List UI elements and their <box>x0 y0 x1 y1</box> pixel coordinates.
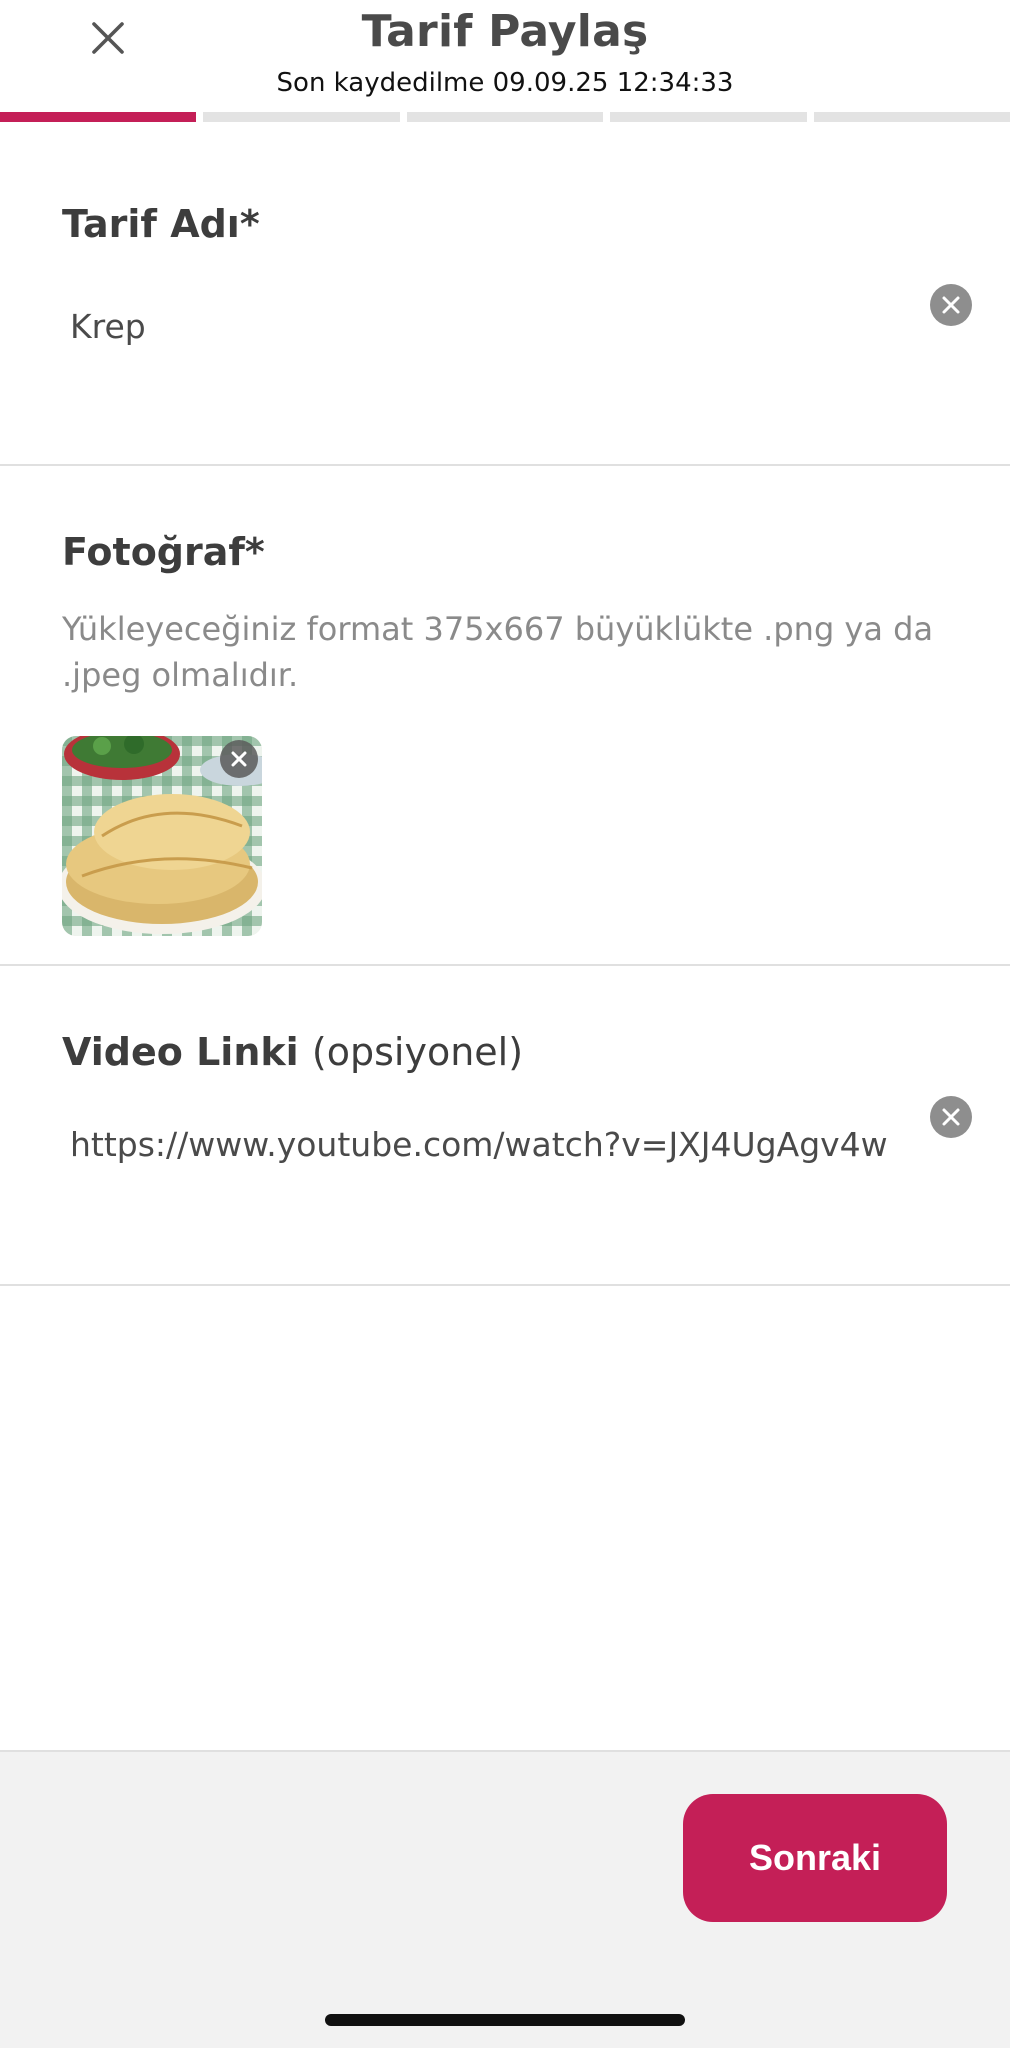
home-indicator <box>325 2014 685 2026</box>
progress-step-2 <box>203 112 400 122</box>
video-link-section: Video Linki (opsiyonel) https://www.yout… <box>0 966 1010 1286</box>
video-link-label: Video Linki (opsiyonel) <box>62 1030 523 1074</box>
video-link-clear-button[interactable] <box>930 1096 972 1138</box>
photo-remove-button[interactable] <box>220 740 258 778</box>
recipe-name-section: Tarif Adı* Krep <box>0 122 1010 466</box>
footer-bar: Sonraki <box>0 1750 1010 2048</box>
next-button[interactable]: Sonraki <box>683 1794 947 1922</box>
video-link-input[interactable]: https://www.youtube.com/watch?v=JXJ4UgAg… <box>70 1120 890 1170</box>
video-link-optional-text: (opsiyonel) <box>311 1030 524 1074</box>
photo-thumbnail[interactable] <box>62 736 262 936</box>
close-icon <box>231 751 247 767</box>
last-saved-text: Son kaydedilme 09.09.25 12:34:33 <box>276 68 734 98</box>
clear-icon <box>942 296 960 314</box>
recipe-name-clear-button[interactable] <box>930 284 972 326</box>
clear-icon <box>942 1108 960 1126</box>
progress-step-5 <box>813 112 1010 122</box>
progress-step-3 <box>406 112 604 122</box>
photo-format-hint: Yükleyeceğiniz format 375x667 büyüklükte… <box>62 610 934 694</box>
progress-steps <box>0 112 1010 122</box>
recipe-share-screen: Tarif Paylaş Son kaydedilme 09.09.25 12:… <box>0 0 1010 2048</box>
progress-step-1 <box>0 112 197 122</box>
progress-step-4 <box>610 112 807 122</box>
photo-label: Fotoğraf* <box>62 530 265 574</box>
video-link-label-text: Video Linki <box>62 1030 299 1074</box>
recipe-name-input[interactable]: Krep <box>70 302 146 352</box>
page-title: Tarif Paylaş <box>361 6 649 57</box>
recipe-name-label: Tarif Adı* <box>62 202 260 246</box>
photo-section: Fotoğraf* Yükleyeceğiniz format 375x667 … <box>0 466 1010 966</box>
header: Tarif Paylaş Son kaydedilme 09.09.25 12:… <box>0 0 1010 112</box>
